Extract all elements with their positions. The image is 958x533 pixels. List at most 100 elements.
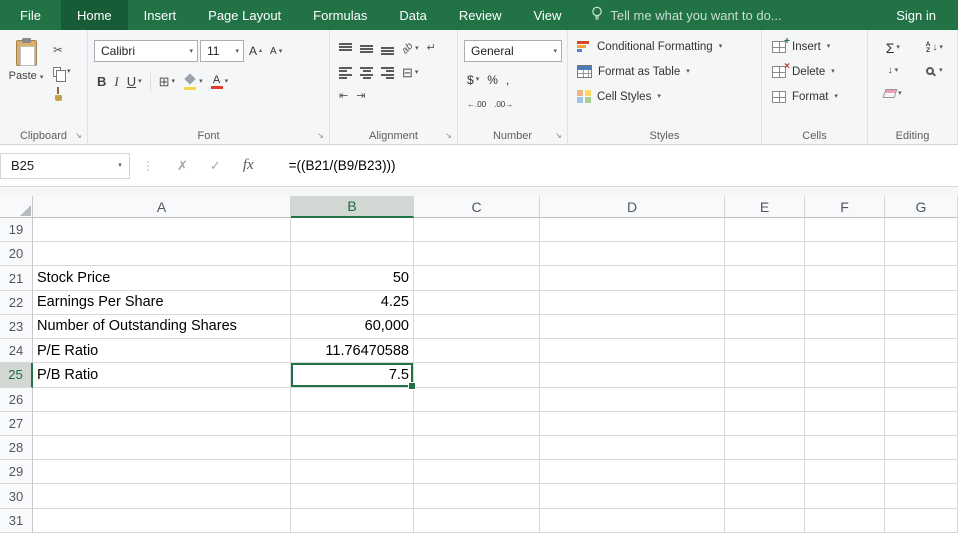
cell-A28[interactable] (33, 436, 291, 460)
cell-D20[interactable] (540, 242, 725, 266)
cell-B26[interactable] (291, 388, 414, 412)
cell-B29[interactable] (291, 460, 414, 484)
column-header-F[interactable]: F (805, 196, 885, 218)
cell-G24[interactable] (885, 339, 958, 363)
number-dialog-launcher-icon[interactable] (553, 130, 564, 141)
cell-D24[interactable] (540, 339, 725, 363)
cell-D22[interactable] (540, 291, 725, 315)
cell-C22[interactable] (414, 291, 540, 315)
cell-A31[interactable] (33, 509, 291, 533)
cell-G30[interactable] (885, 484, 958, 508)
accounting-format-button[interactable]: $▾ (464, 69, 482, 90)
cell-B25[interactable]: 7.5 (291, 363, 414, 387)
autosum-button[interactable]: Σ▾ (876, 37, 910, 58)
cell-D30[interactable] (540, 484, 725, 508)
cell-D26[interactable] (540, 388, 725, 412)
middle-align-button[interactable] (357, 38, 376, 59)
cell-G19[interactable] (885, 218, 958, 242)
cell-D21[interactable] (540, 266, 725, 290)
row-header-29[interactable]: 29 (0, 460, 33, 484)
cell-G22[interactable] (885, 291, 958, 315)
delete-cells-button[interactable]: Delete ▾ (766, 59, 863, 84)
tab-home[interactable]: Home (61, 0, 128, 30)
cell-C24[interactable] (414, 339, 540, 363)
column-header-A[interactable]: A (33, 196, 291, 218)
cell-E25[interactable] (725, 363, 805, 387)
clear-button[interactable]: ▾ (876, 83, 910, 104)
number-format-combo[interactable]: General ▾ (464, 40, 562, 62)
cell-G21[interactable] (885, 266, 958, 290)
cell-F30[interactable] (805, 484, 885, 508)
column-header-C[interactable]: C (414, 196, 540, 218)
cell-E30[interactable] (725, 484, 805, 508)
column-header-B[interactable]: B (291, 196, 414, 218)
fill-button[interactable]: ↓▾ (876, 60, 910, 81)
increase-decimal-button[interactable]: ←.00 (464, 94, 489, 115)
cell-A30[interactable] (33, 484, 291, 508)
cell-A27[interactable] (33, 412, 291, 436)
orientation-button[interactable]: ab▾ (399, 38, 422, 59)
cell-G31[interactable] (885, 509, 958, 533)
decrease-decimal-button[interactable]: .00→ (491, 94, 516, 115)
cell-C21[interactable] (414, 266, 540, 290)
cell-C30[interactable] (414, 484, 540, 508)
row-header-31[interactable]: 31 (0, 509, 33, 533)
bold-button[interactable]: B (94, 71, 109, 92)
cell-G23[interactable] (885, 315, 958, 339)
underline-button[interactable]: U▾ (124, 71, 145, 92)
cell-A29[interactable] (33, 460, 291, 484)
cell-G26[interactable] (885, 388, 958, 412)
paste-button[interactable]: Paste ▾ (4, 34, 48, 104)
cell-D28[interactable] (540, 436, 725, 460)
increase-font-size-button[interactable]: ▴ (246, 41, 265, 62)
row-header-27[interactable]: 27 (0, 412, 33, 436)
name-box[interactable]: B25 ▾ (0, 153, 130, 179)
cell-B24[interactable]: 11.76470588 (291, 339, 414, 363)
format-as-table-button[interactable]: Format as Table ▾ (572, 59, 757, 84)
insert-cells-button[interactable]: Insert ▾ (766, 34, 863, 59)
font-size-combo[interactable]: 11 ▾ (200, 40, 244, 62)
cell-G25[interactable] (885, 363, 958, 387)
formula-bar-splitter-icon[interactable]: ⋮ (142, 159, 154, 173)
cell-C20[interactable] (414, 242, 540, 266)
formula-input[interactable]: =((B21/(B9/B23))) (289, 158, 396, 173)
cell-G28[interactable] (885, 436, 958, 460)
cell-E26[interactable] (725, 388, 805, 412)
cell-F25[interactable] (805, 363, 885, 387)
cell-F19[interactable] (805, 218, 885, 242)
wrap-text-button[interactable]: ↵ (424, 38, 439, 59)
cell-A24[interactable]: P/E Ratio (33, 339, 291, 363)
cell-B28[interactable] (291, 436, 414, 460)
cell-B19[interactable] (291, 218, 414, 242)
row-header-30[interactable]: 30 (0, 484, 33, 508)
cell-B30[interactable] (291, 484, 414, 508)
conditional-formatting-button[interactable]: Conditional Formatting ▾ (572, 34, 757, 59)
tab-file[interactable]: File (0, 0, 61, 30)
column-header-E[interactable]: E (725, 196, 805, 218)
cell-A20[interactable] (33, 242, 291, 266)
cell-D27[interactable] (540, 412, 725, 436)
cell-G29[interactable] (885, 460, 958, 484)
cell-G27[interactable] (885, 412, 958, 436)
find-select-button[interactable]: ▾ (918, 60, 951, 81)
cell-F26[interactable] (805, 388, 885, 412)
cell-D31[interactable] (540, 509, 725, 533)
cell-F21[interactable] (805, 266, 885, 290)
cell-A25[interactable]: P/B Ratio (33, 363, 291, 387)
row-header-24[interactable]: 24 (0, 339, 33, 363)
cell-D23[interactable] (540, 315, 725, 339)
cut-button[interactable]: ✂ (51, 39, 73, 60)
tab-formulas[interactable]: Formulas (297, 0, 383, 30)
cell-E19[interactable] (725, 218, 805, 242)
cell-A21[interactable]: Stock Price (33, 266, 291, 290)
cell-C26[interactable] (414, 388, 540, 412)
select-all-button[interactable] (0, 196, 33, 218)
cell-C19[interactable] (414, 218, 540, 242)
cell-G20[interactable] (885, 242, 958, 266)
column-header-D[interactable]: D (540, 196, 725, 218)
cell-C25[interactable] (414, 363, 540, 387)
cancel-button[interactable]: ✗ (166, 158, 199, 174)
decrease-font-size-button[interactable]: ▾ (267, 41, 285, 62)
alignment-dialog-launcher-icon[interactable] (443, 130, 454, 141)
merge-center-button[interactable]: ⊟▾ (399, 62, 421, 83)
